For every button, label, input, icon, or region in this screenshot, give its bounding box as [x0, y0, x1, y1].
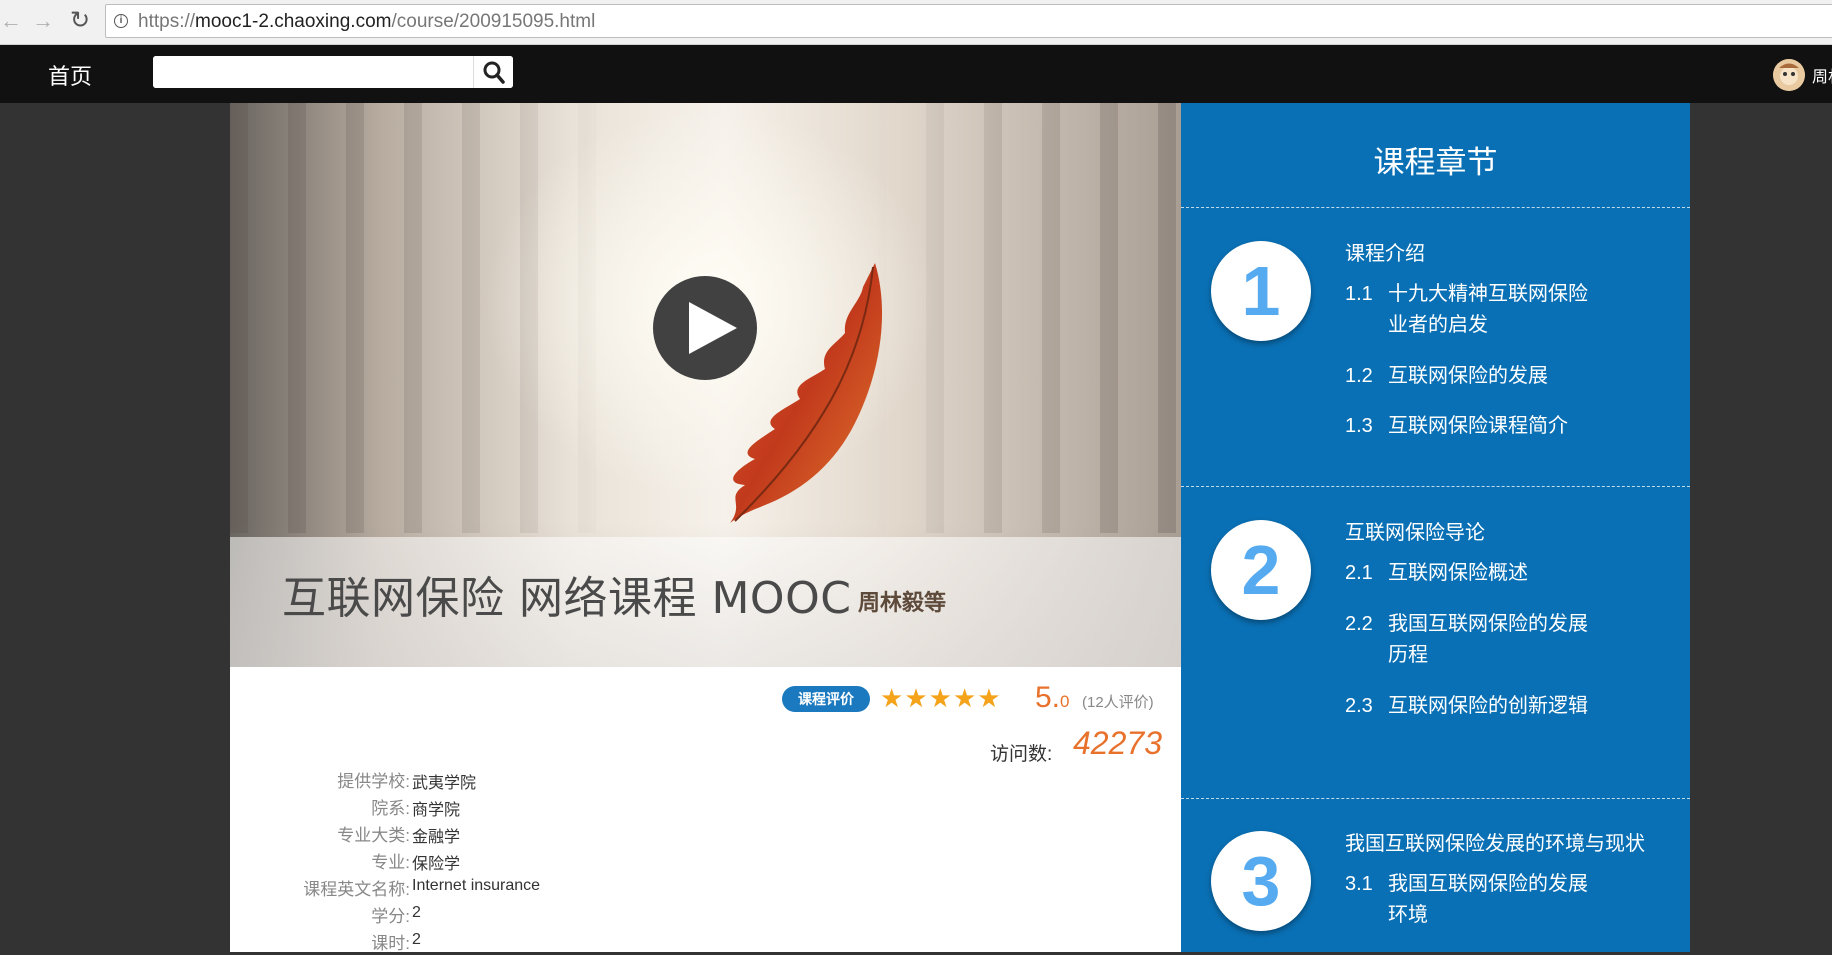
visits-value: 42273: [1073, 725, 1162, 761]
reload-icon[interactable]: ↻: [70, 8, 90, 34]
home-link[interactable]: 首页: [48, 59, 92, 91]
course-title: 互联网保险 网络课程 MOOC: [282, 573, 852, 624]
play-button[interactable]: [653, 276, 757, 380]
avatar[interactable]: [1773, 59, 1805, 91]
chapter-number-badge: 1: [1211, 241, 1311, 341]
search-input[interactable]: [153, 56, 471, 88]
search-button[interactable]: [473, 56, 513, 88]
site-nav-bar: 首页 周林: [0, 45, 1832, 103]
chapter-title[interactable]: 课程介绍: [1345, 237, 1425, 266]
forward-arrow-icon[interactable]: →: [32, 8, 54, 34]
search-icon: [483, 61, 505, 84]
play-icon: [689, 302, 737, 354]
chapter-title[interactable]: 互联网保险导论: [1345, 516, 1485, 545]
rating-stars: ★★★★★: [880, 684, 1002, 712]
review-count: (12人评价): [1082, 694, 1154, 711]
course-info-panel: 课程评价 ★★★★★ 5.0 (12人评价) 访问数: 42273 提供学校: …: [230, 667, 1181, 953]
browser-address-bar: ← → ↻ i https://mooc1-2.chaoxing.com/cou…: [0, 0, 1832, 45]
chapter-divider: [1181, 207, 1690, 208]
visits-label: 访问数:: [990, 744, 1053, 765]
rating-score: 5.0: [1035, 681, 1070, 714]
user-avatar-icon: [1773, 59, 1805, 91]
course-chapters-panel: 课程章节 1 课程介绍 1.1 十九大精神互联网保险业者的启发 1.2 互联网保…: [1181, 103, 1690, 952]
chapters-heading: 课程章节: [1373, 145, 1498, 180]
back-arrow-icon[interactable]: ←: [0, 8, 22, 34]
url-text: https://mooc1-2.chaoxing.com/course/2009…: [138, 11, 596, 32]
user-name[interactable]: 周林: [1812, 63, 1832, 87]
star-icon: ★: [952, 683, 977, 713]
chapter-divider: [1181, 486, 1690, 487]
chapter-number-badge: 3: [1211, 831, 1311, 931]
course-title-band: 互联网保险 网络课程 MOOC 周林毅等: [230, 537, 1181, 667]
course-rating-badge[interactable]: 课程评价: [782, 686, 870, 712]
chapter-title[interactable]: 我国互联网保险发展的环境与现状: [1345, 827, 1645, 856]
chapter-divider: [1181, 798, 1690, 799]
star-icon: ★: [928, 683, 952, 713]
url-field[interactable]: i https://mooc1-2.chaoxing.com/course/20…: [105, 4, 1832, 38]
course-hero-video[interactable]: 互联网保险 网络课程 MOOC 周林毅等: [230, 103, 1181, 667]
star-icon: ★: [977, 683, 1001, 713]
star-icon: ★: [904, 683, 928, 713]
course-author: 周林毅等: [858, 590, 947, 615]
chapter-number-badge: 2: [1211, 520, 1311, 620]
search-box: [153, 56, 513, 88]
star-icon: ★: [880, 683, 904, 713]
info-icon[interactable]: i: [114, 14, 128, 28]
